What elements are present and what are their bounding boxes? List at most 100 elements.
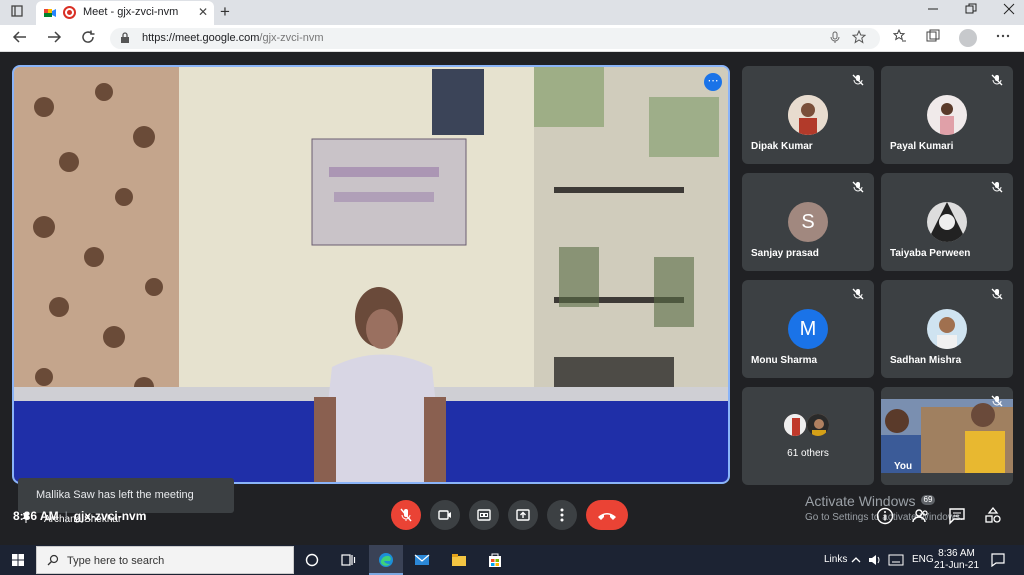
participant-tile[interactable]: S Sanjay prasad [742, 173, 874, 271]
participant-tile[interactable]: M Monu Sharma [742, 280, 874, 378]
captions-icon [477, 509, 491, 521]
meet-favicon-icon [44, 9, 56, 17]
mic-off-icon [991, 288, 1003, 300]
file-explorer-icon[interactable] [451, 552, 467, 568]
mic-off-icon [991, 74, 1003, 86]
participant-name: Payal Kumari [890, 141, 954, 152]
meeting-time: 8:36 AM [13, 509, 59, 523]
captions-button[interactable] [469, 500, 499, 530]
search-icon [47, 554, 59, 566]
participant-tile[interactable]: Taiyaba Perween [881, 173, 1013, 271]
participant-tile[interactable]: Dipak Kumar [742, 66, 874, 164]
mic-off-icon [852, 181, 864, 193]
meeting-info: 8:36 AM | gjx-zvci-nvm [13, 509, 147, 523]
windows-taskbar: Type here to search Links ENG 8:36 AM 21… [0, 545, 1024, 575]
meeting-controls-bar: 8:36 AM|gjx-zvci-nvm Activate Windows [0, 493, 1024, 545]
task-view-icon[interactable] [340, 552, 356, 568]
participant-name: Monu Sharma [751, 355, 818, 366]
restore-icon[interactable] [965, 3, 977, 18]
mic-toggle-button[interactable] [391, 500, 421, 530]
url-text: https://meet.google.com/gjx-zvci-nvm [142, 32, 324, 44]
avatar: S [788, 202, 828, 242]
input-language[interactable]: ENG [912, 554, 934, 565]
chat-icon[interactable] [948, 507, 966, 525]
mail-icon[interactable] [414, 552, 430, 568]
meet-app: ⋯ Mallika Saw has left the meeting Archa… [0, 53, 1024, 545]
participant-name: Dipak Kumar [751, 141, 813, 152]
people-icon[interactable] [912, 507, 930, 525]
camera-toggle-button[interactable] [430, 500, 460, 530]
tab-actions-icon[interactable] [8, 4, 26, 22]
address-bar[interactable]: https://meet.google.com/gjx-zvci-nvm [110, 28, 880, 49]
others-count: 61 others [787, 448, 829, 459]
mic-off-icon [991, 395, 1003, 407]
more-vert-icon [560, 508, 564, 522]
browser-tab-meet[interactable]: Meet - gjx-zvci-nvm ✕ [36, 1, 214, 25]
participant-name: Sadhan Mishra [890, 355, 962, 366]
favorites-icon[interactable] [892, 28, 907, 46]
minimize-icon[interactable] [927, 3, 939, 18]
activities-icon[interactable] [984, 507, 1002, 525]
avatar: M [788, 309, 828, 349]
mic-off-icon [852, 288, 864, 300]
participant-tile[interactable]: Payal Kumari [881, 66, 1013, 164]
windows-start-icon[interactable] [12, 554, 24, 566]
self-tile[interactable]: You [881, 387, 1013, 485]
collections-icon[interactable] [926, 29, 940, 46]
more-options-button[interactable] [547, 500, 577, 530]
others-tile[interactable]: 61 others [742, 387, 874, 485]
present-icon [516, 509, 530, 521]
back-icon[interactable] [12, 29, 28, 49]
present-screen-button[interactable] [508, 500, 538, 530]
close-tab-icon[interactable]: ✕ [198, 5, 208, 19]
new-tab-button[interactable]: + [220, 2, 230, 22]
notifications-icon[interactable] [991, 553, 1005, 567]
settings-menu-icon[interactable] [996, 29, 1010, 46]
links-toolbar[interactable]: Links [824, 554, 847, 565]
taskbar-search-box[interactable]: Type here to search [36, 546, 294, 574]
meeting-details-icon[interactable] [876, 507, 894, 525]
forward-icon[interactable] [46, 29, 62, 49]
participant-name: Sanjay prasad [751, 248, 819, 259]
avatar [927, 95, 967, 135]
mic-off-icon [991, 181, 1003, 193]
avatar [783, 413, 807, 437]
people-count-badge: 69 [921, 495, 935, 505]
keyboard-icon[interactable] [888, 553, 904, 567]
address-toolbar: https://meet.google.com/gjx-zvci-nvm [0, 25, 1024, 52]
favorite-star-icon[interactable] [851, 29, 867, 47]
lock-icon[interactable] [120, 32, 130, 44]
meeting-code: gjx-zvci-nvm [73, 509, 147, 523]
browser-tab-bar: Meet - gjx-zvci-nvm ✕ + [0, 0, 1024, 25]
chevron-up-icon[interactable] [850, 554, 862, 566]
voice-search-icon[interactable] [830, 31, 840, 47]
refresh-icon[interactable] [80, 29, 96, 49]
camera-icon [438, 510, 451, 520]
mic-off-icon [400, 508, 412, 522]
mic-off-icon [852, 74, 864, 86]
edge-icon [379, 553, 393, 567]
self-label: You [894, 461, 913, 472]
recording-icon [63, 6, 76, 19]
participant-name: Taiyaba Perween [890, 248, 971, 259]
participant-tile[interactable]: Sadhan Mishra [881, 280, 1013, 378]
tile-more-options-button[interactable]: ⋯ [704, 73, 722, 91]
tab-title: Meet - gjx-zvci-nvm [83, 6, 179, 18]
leave-call-button[interactable] [586, 500, 628, 530]
screen: Meet - gjx-zvci-nvm ✕ + https://meet.goo… [0, 0, 1024, 575]
close-window-icon[interactable] [1003, 3, 1015, 18]
search-placeholder: Type here to search [67, 555, 165, 567]
profile-avatar[interactable] [959, 29, 977, 47]
hang-up-icon [598, 513, 616, 520]
store-icon[interactable] [487, 552, 503, 568]
avatar [927, 202, 967, 242]
video-frame-image [14, 67, 728, 482]
cortana-icon[interactable] [304, 552, 320, 568]
taskbar-edge-active[interactable] [369, 545, 403, 575]
volume-icon[interactable] [868, 553, 882, 567]
avatar [927, 309, 967, 349]
avatar [806, 413, 830, 437]
main-video-tile[interactable]: ⋯ [12, 65, 730, 484]
avatar [788, 95, 828, 135]
taskbar-clock[interactable]: 8:36 AM 21-Jun-21 [934, 548, 979, 572]
